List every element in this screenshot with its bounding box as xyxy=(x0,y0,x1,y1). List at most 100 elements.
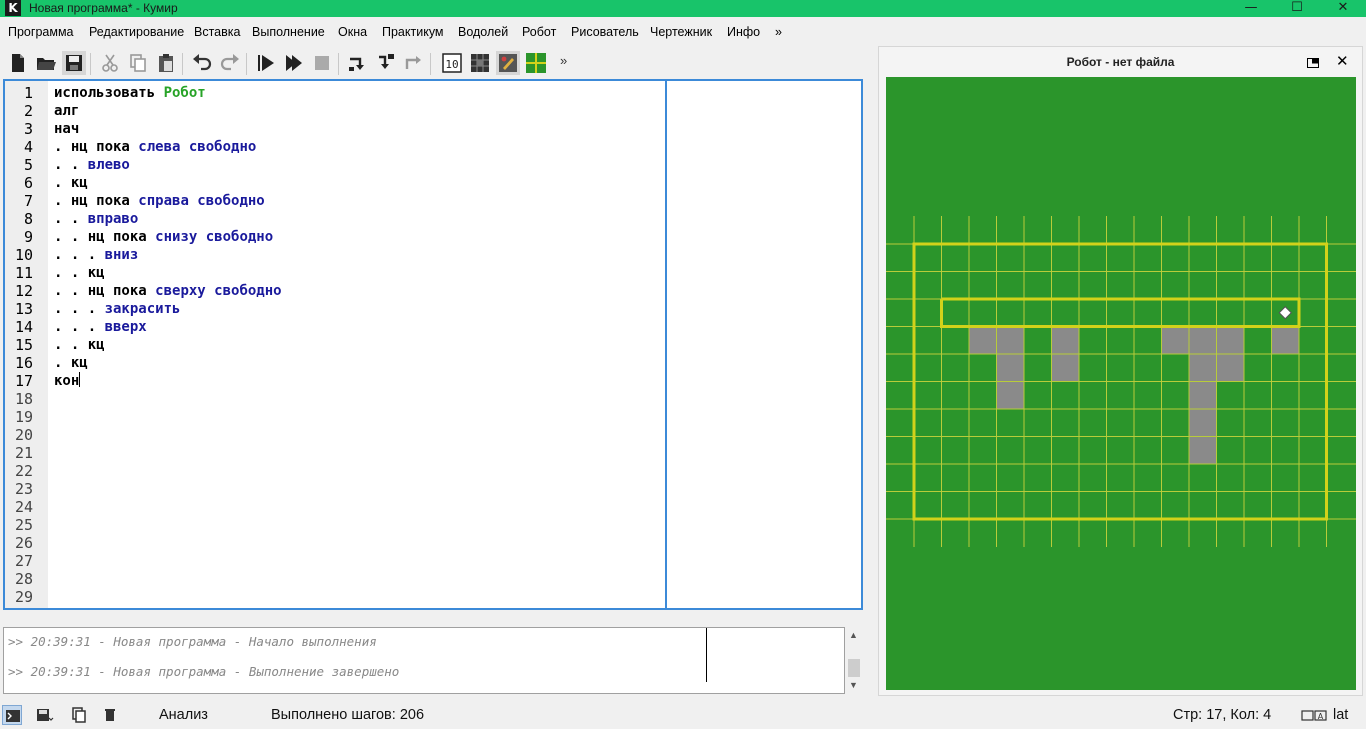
text-cursor xyxy=(79,372,81,387)
scroll-thumb[interactable] xyxy=(848,659,860,677)
redo-icon[interactable] xyxy=(218,51,242,75)
scroll-down-icon[interactable]: ▼ xyxy=(849,680,858,690)
painted-cell xyxy=(1271,326,1299,354)
code-line[interactable]: кон xyxy=(54,372,81,390)
toolbar-separator xyxy=(182,53,183,75)
keyboard-icon: A xyxy=(1300,705,1328,725)
menu-insert[interactable]: Вставка xyxy=(194,25,240,39)
line-number: 11 xyxy=(14,264,33,282)
close-window-button[interactable]: ✕ xyxy=(1320,0,1366,17)
save-icon[interactable] xyxy=(62,51,86,75)
run-step-icon[interactable] xyxy=(282,51,306,75)
undo-icon[interactable] xyxy=(190,51,214,75)
code-keyword: . . xyxy=(54,157,88,173)
menu-run[interactable]: Выполнение xyxy=(252,25,325,39)
menu-robot[interactable]: Робот xyxy=(522,25,556,39)
robot-field-icon[interactable] xyxy=(524,51,548,75)
counter-icon[interactable]: 10 xyxy=(440,51,464,75)
robot-field[interactable] xyxy=(886,77,1356,690)
code-line[interactable]: . . кц xyxy=(54,336,105,354)
copy-icon[interactable] xyxy=(126,51,150,75)
line-number: 14 xyxy=(14,318,33,336)
console-line: >> 20:39:31 - Новая программа - Начало в… xyxy=(8,634,377,649)
code-keyword: . нц пока xyxy=(54,193,139,209)
code-line[interactable]: . . . вниз xyxy=(54,246,138,264)
close-panel-icon[interactable]: ✕ xyxy=(1336,52,1349,70)
painted-cell xyxy=(1189,381,1217,409)
code-line[interactable]: . нц пока слева свободно xyxy=(54,138,256,156)
open-folder-icon[interactable] xyxy=(34,51,58,75)
code-command: закрасить xyxy=(104,301,181,317)
step-into-icon[interactable] xyxy=(374,51,398,75)
code-command: слева свободно xyxy=(138,139,257,155)
menu-info[interactable]: Инфо xyxy=(727,25,760,39)
code-line[interactable]: . . вправо xyxy=(54,210,138,228)
output-console[interactable]: >> 20:39:31 - Новая программа - Начало в… xyxy=(3,627,845,694)
painted-cell xyxy=(996,354,1024,382)
console-scrollbar[interactable]: ▲ ▼ xyxy=(846,627,863,694)
float-window-icon[interactable] xyxy=(1307,56,1319,68)
code-line[interactable]: . кц xyxy=(54,174,88,192)
code-line[interactable]: нач xyxy=(54,120,79,138)
line-number: 2 xyxy=(23,102,33,120)
code-keyword: . . нц пока xyxy=(54,229,156,245)
code-line[interactable]: использовать Робот xyxy=(54,84,206,102)
editor-margin-divider[interactable] xyxy=(665,81,667,608)
cut-icon[interactable] xyxy=(98,51,122,75)
stop-icon[interactable] xyxy=(310,51,334,75)
keyboard-layout: lat xyxy=(1333,707,1349,723)
menu-risovatel[interactable]: Рисователь xyxy=(571,25,639,39)
code-editor[interactable]: 1 2 3 4 5 6 7 8 9 10 11 12 13 14 15 16 17 18 19 20 21 22 23 24 2… xyxy=(3,79,863,610)
robot-field-canvas[interactable] xyxy=(886,77,1356,690)
line-number: 30 xyxy=(5,606,33,608)
code-keyword: . . xyxy=(54,211,88,227)
line-number: 13 xyxy=(14,300,33,318)
painted-cell xyxy=(1161,326,1189,354)
code-line[interactable]: . . . вверх xyxy=(54,318,147,336)
code-line[interactable]: . . . закрасить xyxy=(54,300,180,318)
code-line[interactable]: . . нц пока снизу свободно xyxy=(54,228,273,246)
code-command: вниз xyxy=(104,247,139,263)
maximize-button[interactable]: ☐ xyxy=(1274,0,1320,17)
code-line[interactable]: . . кц xyxy=(54,264,105,282)
code-line[interactable]: . кц xyxy=(54,354,88,372)
code-keyword: использовать xyxy=(54,85,164,101)
step-out-icon[interactable] xyxy=(402,51,426,75)
code-line[interactable]: . . влево xyxy=(54,156,130,174)
menu-edit[interactable]: Редактирование xyxy=(89,25,184,39)
copy-log-icon[interactable] xyxy=(70,705,90,725)
line-number: 20 xyxy=(14,426,33,444)
code-command: вверх xyxy=(104,319,147,335)
menu-program[interactable]: Программа xyxy=(8,25,74,39)
grid-icon[interactable] xyxy=(468,51,492,75)
title-bar: K Новая программа* - Кумир — ☐ ✕ xyxy=(0,0,1366,17)
menu-vodoley[interactable]: Водолей xyxy=(458,25,508,39)
menu-windows[interactable]: Окна xyxy=(338,25,367,39)
menu-practicum[interactable]: Практикум xyxy=(382,25,444,39)
new-file-icon[interactable] xyxy=(6,51,30,75)
painted-cell xyxy=(969,326,997,354)
line-number: 29 xyxy=(14,588,33,606)
toolbar-more-button[interactable]: » xyxy=(560,53,567,68)
toolbar: 10 » xyxy=(4,49,574,77)
mode-label: Анализ xyxy=(159,707,208,723)
minimize-button[interactable]: — xyxy=(1228,0,1274,17)
run-icon[interactable] xyxy=(254,51,278,75)
step-over-icon[interactable] xyxy=(346,51,370,75)
scroll-up-icon[interactable]: ▲ xyxy=(849,630,858,640)
line-number: 10 xyxy=(14,246,33,264)
painted-cell xyxy=(1051,354,1079,382)
steps-counter: Выполнено шагов: 206 xyxy=(271,707,425,723)
menu-more[interactable]: » xyxy=(775,25,782,39)
code-line[interactable]: . . нц пока сверху свободно xyxy=(54,282,282,300)
clear-log-icon[interactable] xyxy=(100,705,120,725)
code-command: снизу свободно xyxy=(155,229,274,245)
menu-chertezhnik[interactable]: Чертежник xyxy=(650,25,712,39)
paint-icon[interactable] xyxy=(496,51,520,75)
code-line[interactable]: . нц пока справа свободно xyxy=(54,192,265,210)
paste-icon[interactable] xyxy=(154,51,178,75)
save-log-icon[interactable] xyxy=(34,705,54,725)
robot-panel-title: Робот - нет файла xyxy=(1066,55,1175,69)
code-line[interactable]: алг xyxy=(54,102,79,120)
terminal-icon[interactable] xyxy=(2,705,22,725)
